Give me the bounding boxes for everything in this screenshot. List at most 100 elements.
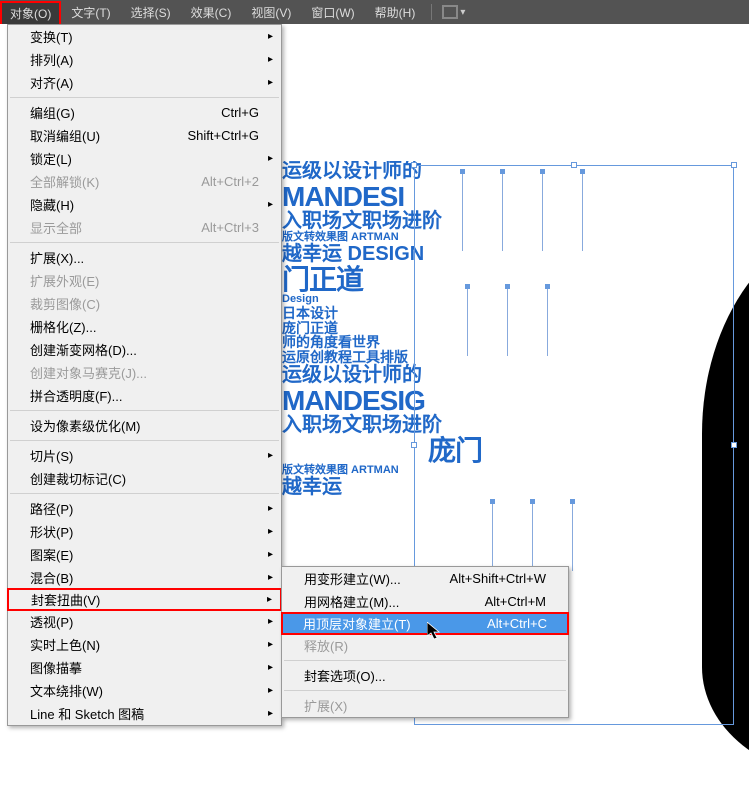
menu-item-label: 创建对象马赛克(J)... — [30, 363, 147, 382]
guide-line — [467, 286, 468, 356]
submenu-item[interactable]: 封套选项(O)... — [282, 664, 568, 687]
menu-item-label: 创建裁切标记(C) — [30, 469, 126, 488]
top-menubar: 对象(O) 文字(T) 选择(S) 效果(C) 视图(V) 窗口(W) 帮助(H… — [0, 0, 749, 24]
menu-item: 显示全部Alt+Ctrl+3 — [8, 216, 281, 239]
dropdown-caret-icon[interactable]: ▾ — [460, 7, 465, 18]
envelope-distort-submenu: 用变形建立(W)...Alt+Shift+Ctrl+W用网格建立(M)...Al… — [281, 566, 569, 718]
selection-handle[interactable] — [731, 442, 737, 448]
anchor-point[interactable] — [540, 169, 545, 174]
menu-item: 扩展外观(E) — [8, 269, 281, 292]
menu-item-label: 锁定(L) — [30, 149, 72, 168]
menu-item[interactable]: 形状(P)▸ — [8, 520, 281, 543]
menu-item-label: 全部解锁(K) — [30, 172, 99, 191]
menu-item-label: 显示全部 — [30, 218, 82, 237]
guide-line — [542, 171, 543, 251]
menu-item-label: 文本绕排(W) — [30, 681, 103, 700]
submenu-item[interactable]: 用变形建立(W)...Alt+Shift+Ctrl+W — [282, 567, 568, 590]
menu-item: 创建对象马赛克(J)... — [8, 361, 281, 384]
menu-item-label: 切片(S) — [30, 446, 73, 465]
menu-item[interactable]: 编组(G)Ctrl+G — [8, 101, 281, 124]
menu-item-label: 封套扭曲(V) — [31, 590, 100, 609]
anchor-point[interactable] — [570, 499, 575, 504]
menu-item[interactable]: 栅格化(Z)... — [8, 315, 281, 338]
mouse-cursor-icon — [427, 622, 443, 642]
menu-item-label: 扩展(X)... — [30, 248, 84, 267]
menu-item[interactable]: 封套扭曲(V)▸ — [7, 588, 282, 611]
guide-line — [507, 286, 508, 356]
submenu-arrow-icon: ▸ — [268, 616, 273, 627]
menubar-separator — [431, 4, 432, 20]
submenu-arrow-icon: ▸ — [268, 639, 273, 650]
menu-item: 全部解锁(K) Alt+Ctrl+2 — [8, 170, 281, 193]
selection-handle[interactable] — [731, 162, 737, 168]
menu-effect[interactable]: 效果(C) — [181, 0, 242, 25]
selection-handle[interactable] — [571, 162, 577, 168]
anchor-point[interactable] — [530, 499, 535, 504]
guide-line — [462, 171, 463, 251]
anchor-point[interactable] — [545, 284, 550, 289]
menu-item[interactable]: 扩展(X)... — [8, 246, 281, 269]
selection-handle[interactable] — [411, 442, 417, 448]
menu-item[interactable]: 隐藏(H) ▸ — [8, 193, 281, 216]
menu-help[interactable]: 帮助(H) — [365, 0, 426, 25]
menu-item-label: 图像描摹 — [30, 658, 82, 677]
menu-text[interactable]: 文字(T) — [61, 0, 120, 25]
menu-item-label: 变换(T) — [30, 27, 73, 46]
anchor-point[interactable] — [465, 284, 470, 289]
anchor-point[interactable] — [490, 499, 495, 504]
submenu-arrow-icon: ▸ — [268, 77, 273, 88]
menu-item[interactable]: 路径(P) ▸ — [8, 497, 281, 520]
menu-item-label: 创建渐变网格(D)... — [30, 340, 137, 359]
menu-view[interactable]: 视图(V) — [241, 0, 301, 25]
anchor-point[interactable] — [580, 169, 585, 174]
menu-item[interactable]: 混合(B)▸ — [8, 566, 281, 589]
menu-item[interactable]: 透视(P) ▸ — [8, 610, 281, 633]
submenu-arrow-icon: ▸ — [268, 503, 273, 514]
menu-item[interactable]: 取消编组(U) Shift+Ctrl+G — [8, 124, 281, 147]
submenu-arrow-icon: ▸ — [268, 662, 273, 673]
submenu-arrow-icon: ▸ — [268, 526, 273, 537]
submenu-item[interactable]: 用网格建立(M)...Alt+Ctrl+M — [282, 590, 568, 613]
submenu-item-label: 用顶层对象建立(T) — [303, 614, 411, 633]
menu-object[interactable]: 对象(O) — [0, 1, 61, 24]
panel-layout-icon[interactable] — [442, 5, 458, 19]
submenu-item-label: 封套选项(O)... — [304, 666, 386, 685]
anchor-point[interactable] — [505, 284, 510, 289]
menu-item[interactable]: 文本绕排(W)▸ — [8, 679, 281, 702]
menu-item[interactable]: 变换(T)▸ — [8, 25, 281, 48]
menu-item[interactable]: 对齐(A)▸ — [8, 71, 281, 94]
menu-item-label: 取消编组(U) — [30, 126, 100, 145]
menu-item-label: 编组(G) — [30, 103, 75, 122]
submenu-arrow-icon: ▸ — [268, 153, 273, 164]
menu-shortcut: Alt+Shift+Ctrl+W — [450, 571, 546, 586]
guide-line — [532, 501, 533, 571]
menu-item-label: 路径(P) — [30, 499, 73, 518]
menu-item[interactable]: 切片(S)▸ — [8, 444, 281, 467]
menu-item[interactable]: 创建渐变网格(D)... — [8, 338, 281, 361]
submenu-arrow-icon: ▸ — [268, 199, 273, 210]
menu-shortcut: Shift+Ctrl+G — [187, 128, 259, 143]
menu-select[interactable]: 选择(S) — [121, 0, 181, 25]
menu-item-label: 拼合透明度(F)... — [30, 386, 122, 405]
menu-shortcut: Alt+Ctrl+2 — [201, 174, 259, 189]
menu-item[interactable]: 图案(E)▸ — [8, 543, 281, 566]
guide-line — [582, 171, 583, 251]
submenu-arrow-icon: ▸ — [268, 572, 273, 583]
selection-handle[interactable] — [411, 162, 417, 168]
menu-item[interactable]: 排列(A)▸ — [8, 48, 281, 71]
menu-item-label: 排列(A) — [30, 50, 73, 69]
menu-item[interactable]: 锁定(L) ▸ — [8, 147, 281, 170]
submenu-item[interactable]: 用顶层对象建立(T)Alt+Ctrl+C — [281, 612, 569, 635]
menu-item[interactable]: 设为像素级优化(M) — [8, 414, 281, 437]
menu-item[interactable]: 创建裁切标记(C) — [8, 467, 281, 490]
menu-item[interactable]: 实时上色(N)▸ — [8, 633, 281, 656]
anchor-point[interactable] — [460, 169, 465, 174]
menu-item[interactable]: 拼合透明度(F)... — [8, 384, 281, 407]
menu-item-label: 透视(P) — [30, 612, 73, 631]
menu-separator — [10, 440, 279, 441]
anchor-point[interactable] — [500, 169, 505, 174]
menu-window[interactable]: 窗口(W) — [301, 0, 364, 25]
menu-item-label: 隐藏(H) — [30, 195, 74, 214]
menu-item[interactable]: 图像描摹 ▸ — [8, 656, 281, 679]
menu-separator — [284, 660, 566, 661]
